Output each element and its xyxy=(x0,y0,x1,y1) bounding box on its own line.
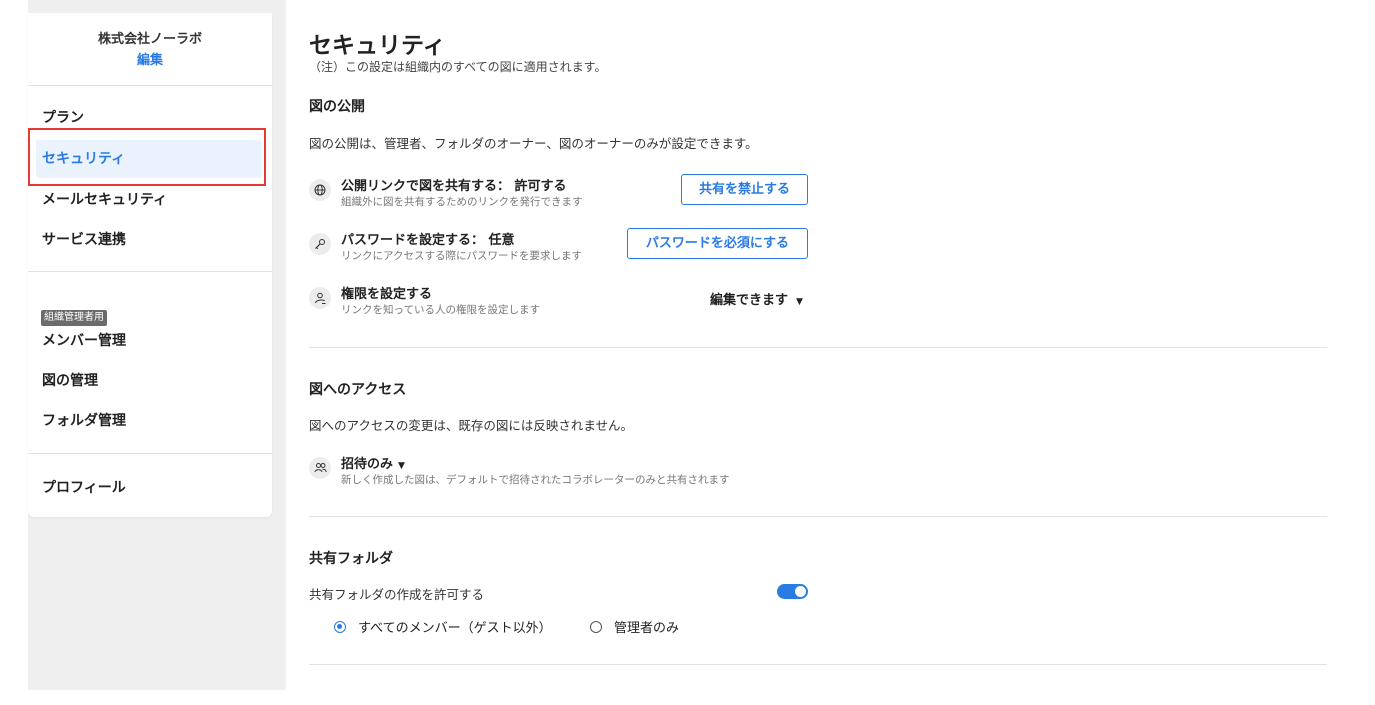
chevron-down-icon: ▼ xyxy=(398,461,405,471)
permission-select-value: 編集できます xyxy=(710,293,789,308)
radio-admins-only[interactable]: 管理者のみ xyxy=(590,617,679,636)
invite-only-subtitle: 新しく作成した図は、デフォルトで招待されたコラボレーターのみと共有されます xyxy=(341,474,730,486)
public-link-title: 公開リンクで図を共有する： 許可する xyxy=(341,179,567,194)
shared-folder-toggle-label: 共有フォルダの作成を許可する xyxy=(309,587,485,602)
sidebar-item-diagrams[interactable]: 図の管理 xyxy=(36,362,262,400)
disable-sharing-button[interactable]: 共有を禁止する xyxy=(681,174,808,205)
permission-select[interactable]: 編集できます ▼ xyxy=(710,289,803,308)
sidebar-item-integrations[interactable]: サービス連携 xyxy=(36,221,262,259)
password-subtitle: リンクにアクセスする際にパスワードを要求します xyxy=(341,250,582,262)
invite-only-row: 招待のみ ▼ 新しく作成した図は、デフォルトで招待されたコラボレーターのみと共有さ… xyxy=(309,457,809,497)
shared-folder-toggle[interactable] xyxy=(777,584,808,599)
sidebar-item-folders[interactable]: フォルダ管理 xyxy=(36,402,262,440)
toggle-knob xyxy=(795,586,806,597)
org-name: 株式会社ノーラボ xyxy=(97,32,202,47)
radio-all-members-label: すべてのメンバー（ゲスト以外） xyxy=(358,621,552,636)
page-note: （注）この設定は組織内のすべての図に適用されます。 xyxy=(309,60,607,74)
radio-selected-icon xyxy=(334,620,346,633)
org-header: 株式会社ノーラボ 編集 xyxy=(28,28,272,68)
chevron-down-icon: ▼ xyxy=(796,297,803,307)
user-permission-icon xyxy=(309,287,331,309)
radio-unselected-icon xyxy=(590,620,602,633)
require-password-button[interactable]: パスワードを必須にする xyxy=(627,228,808,259)
radio-admins-only-label: 管理者のみ xyxy=(614,621,680,636)
sidebar-item-profile[interactable]: プロフィール xyxy=(36,469,262,507)
users-icon xyxy=(309,457,331,479)
permission-title: 権限を設定する xyxy=(341,287,433,302)
access-description: 図へのアクセスの変更は、既存の図には反映されません。 xyxy=(309,418,634,433)
publish-heading: 図の公開 xyxy=(309,99,365,115)
page-title: セキュリティ xyxy=(309,33,446,59)
sidebar-divider xyxy=(28,271,272,272)
access-heading: 図へのアクセス xyxy=(309,382,407,398)
password-title: パスワードを設定する： 任意 xyxy=(341,233,515,248)
sidebar-divider xyxy=(28,453,272,454)
sidebar-item-mail-security[interactable]: メールセキュリティ xyxy=(36,181,262,219)
invite-only-value: 招待のみ xyxy=(341,457,394,472)
sidebar: 株式会社ノーラボ 編集 プラン セキュリティ メールセキュリティ サービス連携 … xyxy=(28,13,272,517)
invite-only-select[interactable]: 招待のみ ▼ xyxy=(341,453,405,472)
radio-all-members[interactable]: すべてのメンバー（ゲスト以外） xyxy=(334,617,552,636)
public-link-subtitle: 組織外に図を共有するためのリンクを発行できます xyxy=(341,196,583,208)
security-settings-page: 株式会社ノーラボ 編集 プラン セキュリティ メールセキュリティ サービス連携 … xyxy=(0,0,1375,705)
sidebar-divider xyxy=(28,85,272,86)
section-divider xyxy=(309,516,1327,517)
key-icon xyxy=(309,233,331,255)
section-divider xyxy=(309,664,1327,665)
permission-subtitle: リンクを知っている人の権限を設定します xyxy=(341,304,540,316)
org-edit-link[interactable]: 編集 xyxy=(28,49,272,68)
sidebar-item-members[interactable]: メンバー管理 xyxy=(36,322,262,360)
active-item-highlight-box xyxy=(28,128,266,186)
globe-icon xyxy=(309,179,331,201)
shared-folder-heading: 共有フォルダ xyxy=(309,551,393,567)
section-divider xyxy=(309,347,1327,348)
publish-description: 図の公開は、管理者、フォルダのオーナー、図のオーナーのみが設定できます。 xyxy=(309,136,758,151)
